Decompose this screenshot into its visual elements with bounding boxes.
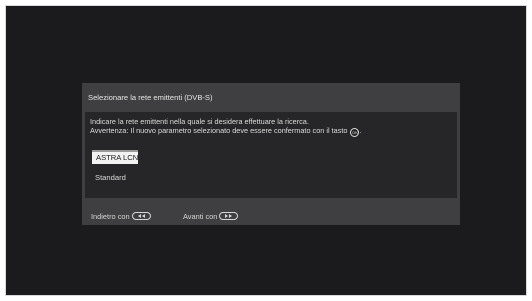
back-hint-label: Indietro con (91, 212, 130, 221)
forward-hint[interactable]: Avanti con (183, 212, 239, 221)
rewind-key-icon (131, 212, 151, 220)
fast-forward-key-icon (219, 212, 239, 220)
option-astra-lcn[interactable]: ASTRA LCN (92, 150, 138, 164)
back-hint[interactable]: Indietro con (91, 212, 151, 221)
warning-text-content: Avvertenza: Il nuovo parametro seleziona… (90, 126, 348, 135)
dialog-title: Selezionare la rete emittenti (DVB-S) (88, 93, 213, 102)
tv-screen: Selezionare la rete emittenti (DVB-S) In… (5, 5, 527, 296)
forward-hint-label: Avanti con (183, 212, 218, 221)
instruction-text: Indicare la rete emittenti nella quale s… (90, 117, 309, 126)
ok-key-icon: OK (350, 128, 360, 137)
option-standard[interactable]: Standard (92, 171, 139, 184)
network-selection-dialog: Selezionare la rete emittenti (DVB-S) In… (82, 83, 460, 225)
dialog-body: Indicare la rete emittenti nella quale s… (85, 112, 457, 198)
warning-text: Avvertenza: Il nuovo parametro seleziona… (90, 126, 362, 137)
